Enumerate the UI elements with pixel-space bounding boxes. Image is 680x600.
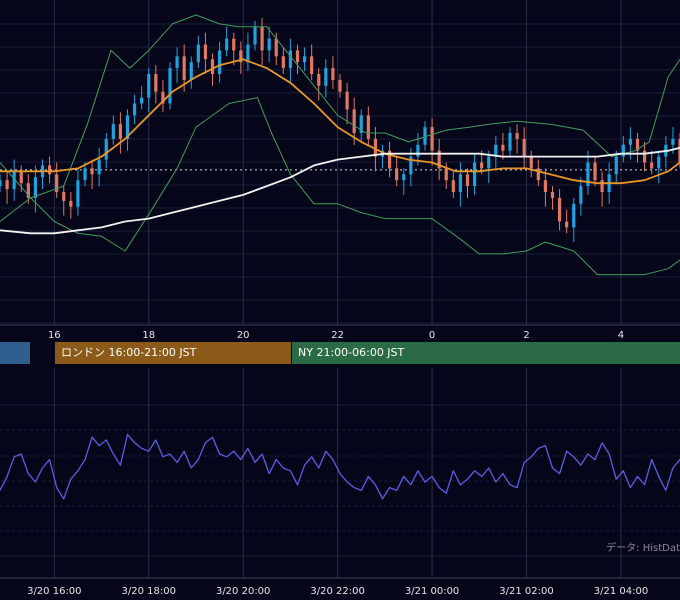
candle-body [90, 168, 94, 175]
candle-body [600, 180, 604, 192]
price-x-tick-label: 22 [331, 330, 344, 341]
data-credit: データ: HistData [606, 543, 680, 554]
candle-body [47, 165, 52, 175]
price-x-tick-label: 2 [523, 330, 529, 341]
candle-body [480, 162, 484, 169]
candle-body [246, 44, 250, 63]
candle-body [352, 109, 356, 133]
oscillator-x-tick-label: 3/21 02:00 [499, 586, 553, 597]
candle-body [147, 74, 151, 98]
candle-body [642, 150, 647, 163]
candle-body [132, 103, 137, 116]
candle-body [324, 68, 328, 86]
session-tokyo-bar [0, 342, 30, 364]
candle-body [76, 180, 80, 207]
candle-body [522, 138, 526, 157]
price-x-tick-label: 20 [237, 330, 250, 341]
candle-body [196, 44, 200, 63]
candle-body [5, 180, 9, 190]
candle-body [402, 174, 406, 181]
oscillator-x-tick-label: 3/20 16:00 [27, 586, 81, 597]
candle-body [395, 168, 399, 181]
candle-body [267, 38, 271, 51]
candle-body [310, 56, 314, 74]
candle-body [515, 133, 519, 139]
candle-body [628, 138, 633, 145]
candle-body [140, 97, 144, 104]
candle-body [288, 50, 293, 69]
candle-body [338, 79, 342, 92]
candle-body [366, 115, 370, 139]
candle-body [225, 38, 229, 51]
candle-body [671, 138, 675, 145]
candle-body [189, 62, 193, 80]
candle-body [182, 56, 186, 80]
candle-body [118, 124, 123, 139]
candle-body [550, 192, 555, 198]
chart-canvas: 16 18 20 22 0 2 4 3/20 16:00 3/20 18:00 3/20 20:… [0, 0, 680, 600]
candle-body [572, 203, 576, 228]
price-x-tick-label: 0 [429, 330, 435, 341]
candle-body [33, 177, 38, 198]
candle-body [543, 180, 548, 192]
candle-body [104, 138, 108, 160]
candle-body [302, 56, 307, 63]
oscillator-x-tick-label: 3/20 18:00 [122, 586, 176, 597]
candle-body [295, 50, 300, 63]
candle-body [274, 38, 278, 57]
candle-body [465, 174, 470, 187]
candle-body [614, 156, 618, 175]
candle-body [451, 180, 455, 192]
candle-body [175, 56, 179, 69]
candle-body [281, 56, 285, 69]
candle-body [345, 91, 349, 110]
candle-body [69, 200, 73, 207]
candle-body [168, 68, 172, 104]
oscillator-x-tick-label: 3/21 00:00 [405, 586, 459, 597]
price-x-tick-label: 16 [48, 330, 61, 341]
oscillator-x-tick-label: 3/21 04:00 [594, 586, 648, 597]
candle-body [111, 124, 115, 139]
candle-body [0, 180, 2, 187]
candle-body [557, 197, 562, 222]
candle-body [416, 144, 420, 157]
candle-body [19, 171, 23, 184]
candle-body [97, 159, 101, 175]
candle-body [508, 133, 512, 151]
candle-body [210, 59, 215, 74]
candle-body [593, 162, 597, 181]
candle-body [203, 44, 208, 60]
candle-body [487, 156, 491, 169]
price-x-tick-label: 4 [618, 330, 624, 341]
candle-body [331, 68, 335, 80]
candle-body [83, 168, 87, 181]
price-x-tick-label: 18 [142, 330, 155, 341]
candle-body [650, 162, 654, 169]
candle-body [217, 50, 222, 74]
session-london-bar: ロンドン 16:00-21:00 JST [55, 342, 291, 364]
oscillator-x-tick-label: 3/20 22:00 [310, 586, 364, 597]
candle-body [317, 74, 321, 86]
candle-body [579, 186, 583, 204]
candle-body [232, 38, 236, 51]
candle-body [657, 156, 661, 169]
candle-body [62, 192, 66, 201]
candle-body [501, 144, 505, 151]
candle-body [472, 162, 477, 187]
candle-body [529, 156, 533, 169]
candle-body [458, 174, 463, 192]
candle-body [253, 26, 257, 45]
candle-body [430, 127, 434, 151]
candle-body [621, 144, 625, 157]
oscillator-x-tick-label: 3/20 20:00 [216, 586, 270, 597]
candle-body [565, 221, 569, 228]
candle-body [154, 74, 158, 92]
candle-body [260, 26, 264, 51]
candle-body [444, 168, 448, 181]
session-ny-bar: NY 21:00-06:00 JST [292, 342, 680, 364]
